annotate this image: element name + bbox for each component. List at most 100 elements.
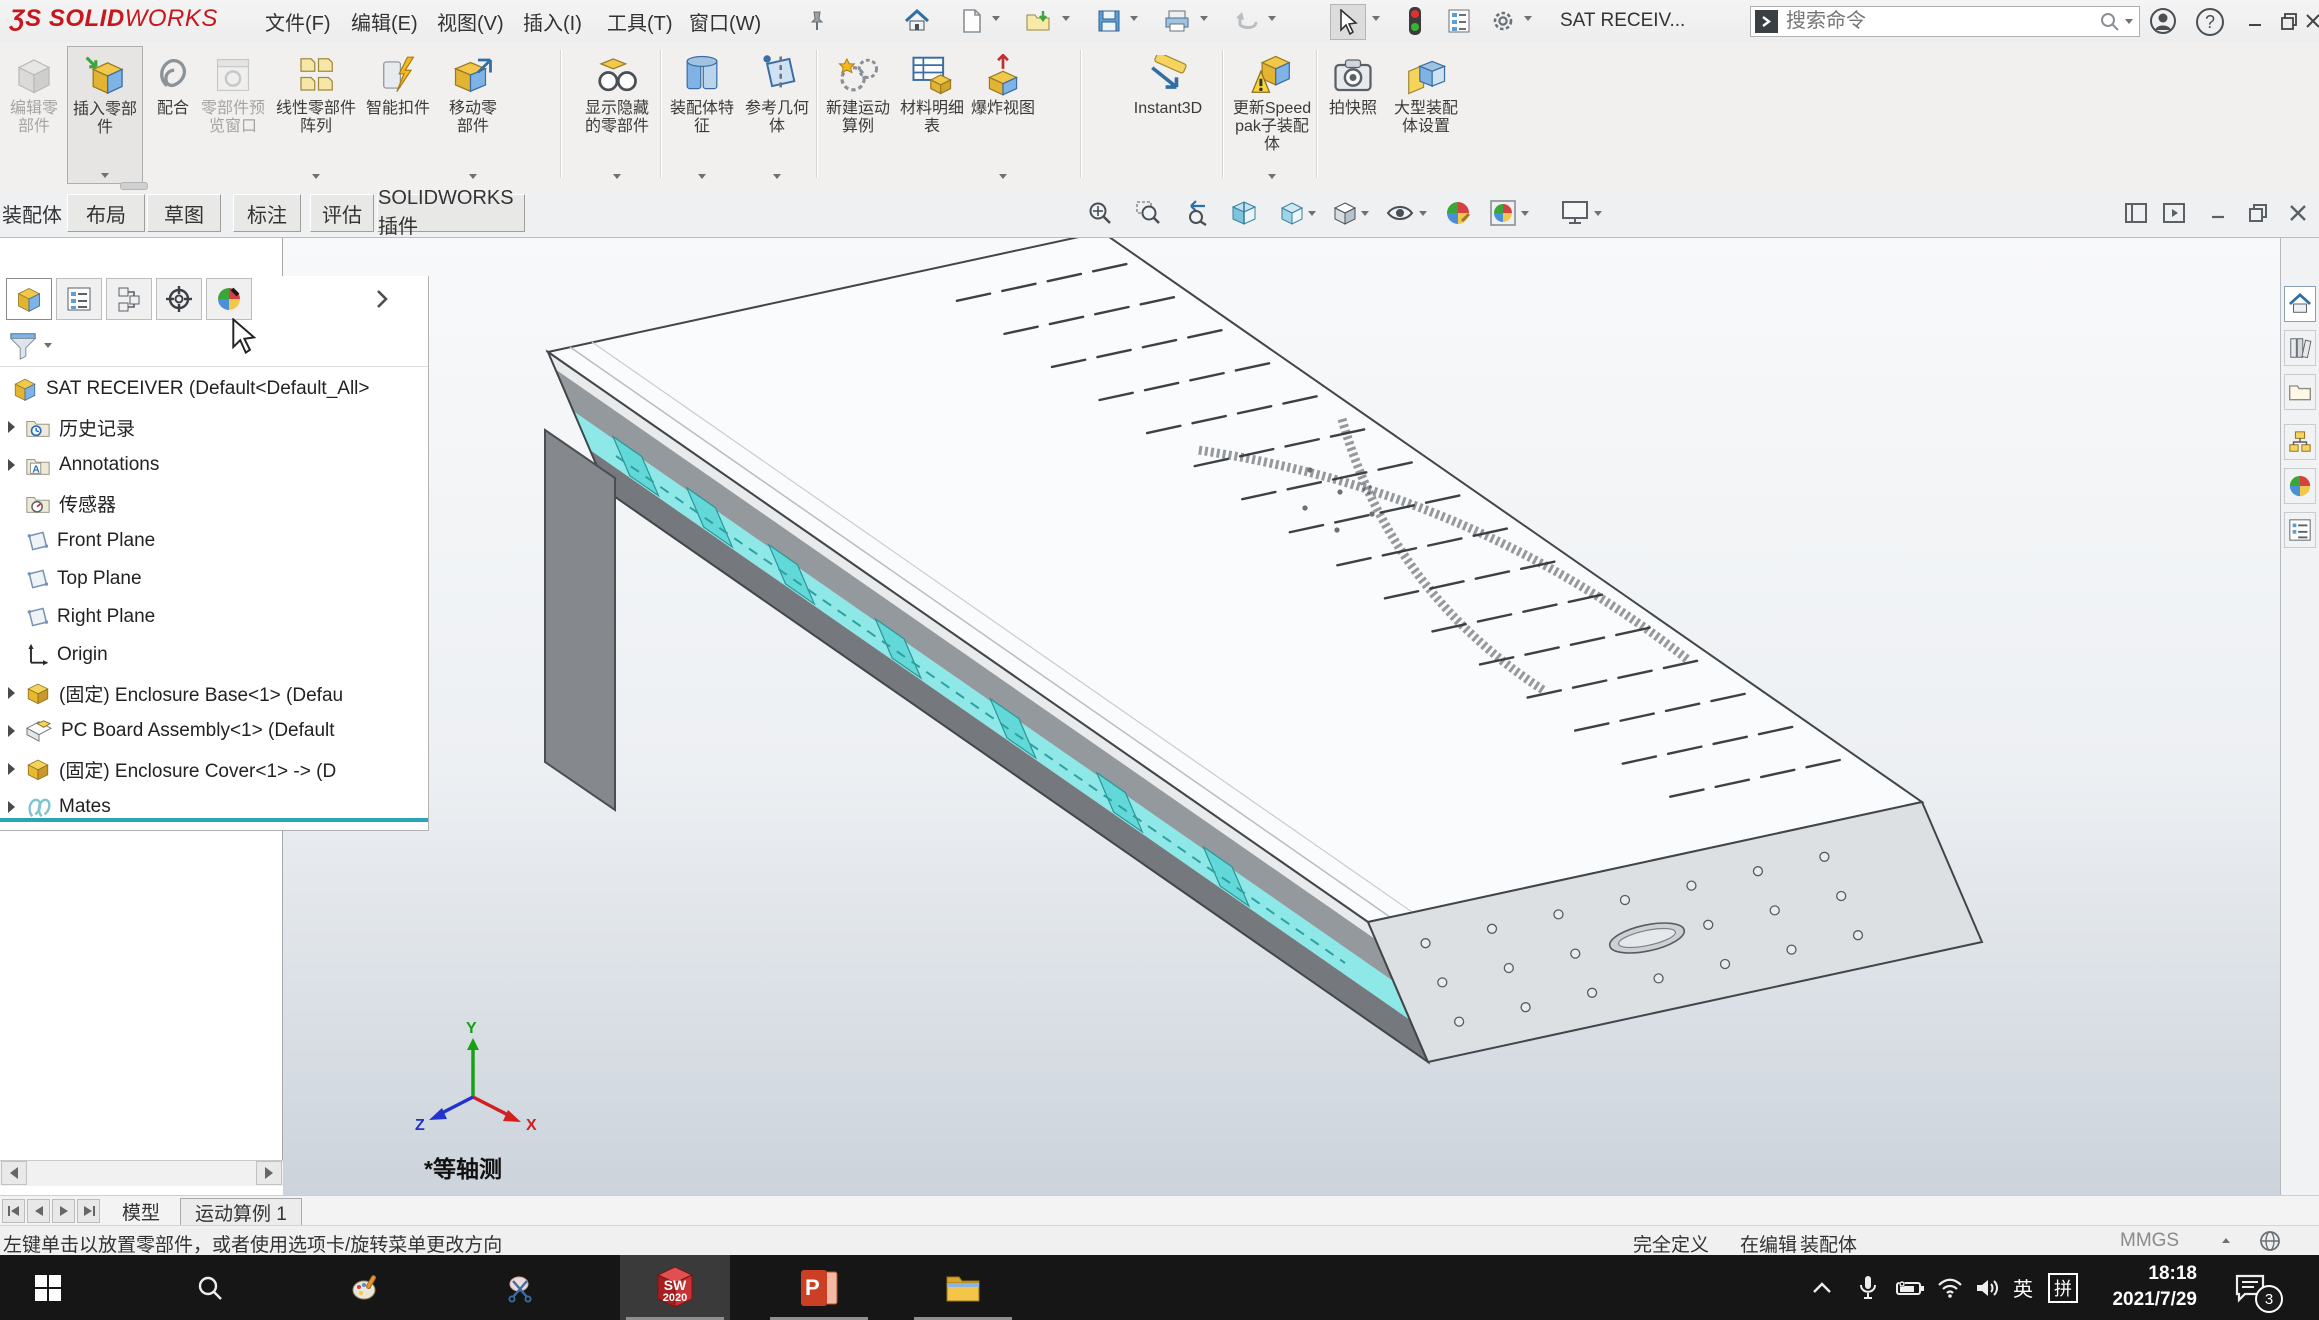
rollback-bar[interactable] xyxy=(0,818,428,822)
search-dropdown-icon[interactable] xyxy=(2125,19,2133,24)
zoom-to-fit-icon[interactable] xyxy=(1085,198,1115,228)
save-button[interactable] xyxy=(1092,4,1126,38)
tray-show-hidden-icons[interactable] xyxy=(1800,1255,1844,1320)
options-gear-button[interactable] xyxy=(1486,4,1520,38)
search-icon[interactable] xyxy=(2099,11,2121,33)
tab-model[interactable]: 模型 xyxy=(108,1198,174,1224)
cad-model-sat-receiver[interactable]: Y X Z xyxy=(283,238,2280,1195)
undo-dropdown-icon[interactable] xyxy=(1268,16,1276,21)
tray-battery-icon[interactable] xyxy=(1888,1255,1932,1320)
taskpane-appearances-icon[interactable] xyxy=(2284,468,2316,504)
tree-row-enclosure-base[interactable]: (固定) Enclosure Base<1> (Defau xyxy=(0,674,343,712)
tree-row-pc-board-assembly[interactable]: PC Board Assembly<1> (Default xyxy=(0,712,335,750)
select-tool-dropdown-icon[interactable] xyxy=(1372,16,1380,21)
tree-row-right-plane[interactable]: Right Plane xyxy=(0,598,155,636)
document-close-icon[interactable] xyxy=(2284,201,2312,225)
tab-configurationmanager[interactable] xyxy=(106,278,152,320)
ribbon-button-move-component[interactable]: 移动零部件 xyxy=(442,46,504,184)
print-button[interactable] xyxy=(1160,4,1194,38)
ribbon-button-new-motion-study[interactable]: 新建运动算例 xyxy=(822,46,894,184)
section-view-icon[interactable] xyxy=(1229,198,1259,228)
tab-propertymanager[interactable] xyxy=(56,278,102,320)
view-settings-dropdown-icon[interactable] xyxy=(1594,211,1602,216)
tab-scroll-first-icon[interactable] xyxy=(2,1199,25,1223)
ribbon-button-insert-component[interactable]: 插入零部件 xyxy=(67,46,143,184)
tab-scroll-last-icon[interactable] xyxy=(77,1199,100,1223)
taskpane-design-library-icon[interactable] xyxy=(2284,330,2316,366)
tab-motion-study-1[interactable]: 运动算例 1 xyxy=(180,1198,302,1225)
tab-layout[interactable]: 布局 xyxy=(67,194,145,232)
tray-volume-icon[interactable] xyxy=(1968,1255,2008,1320)
linear-pattern-dropdown-icon[interactable] xyxy=(312,174,320,179)
tray-language-indicator[interactable]: 英 xyxy=(2004,1255,2042,1320)
tab-evaluate[interactable]: 评估 xyxy=(310,194,374,232)
taskbar-clock[interactable]: 18:18 2021/7/29 xyxy=(2112,1261,2197,1312)
menu-item-file[interactable]: 文件(F) xyxy=(248,0,348,42)
minimize-button[interactable] xyxy=(2238,4,2272,38)
tab-scroll-next-icon[interactable] xyxy=(52,1199,75,1223)
menu-item-window[interactable]: 窗口(W) xyxy=(672,0,778,42)
tree-row-sensors[interactable]: 传感器 xyxy=(0,484,116,522)
display-style-dropdown-icon[interactable] xyxy=(1361,211,1369,216)
taskbar-powerpoint-icon[interactable]: P xyxy=(764,1255,874,1320)
help-icon[interactable]: ? xyxy=(2196,8,2224,36)
filter-dropdown-icon[interactable] xyxy=(44,343,52,348)
tab-solidworks-add-ins[interactable]: SOLIDWORKS 插件 xyxy=(377,194,525,232)
options-dropdown-icon[interactable] xyxy=(1524,16,1532,21)
ribbon-button-reference-geometry[interactable]: 参考几何体 xyxy=(742,46,812,184)
tab-markup[interactable]: 标注 xyxy=(233,194,301,232)
show-hidden-dropdown-icon[interactable] xyxy=(613,174,621,179)
print-dropdown-icon[interactable] xyxy=(1200,16,1208,21)
select-tool-button[interactable] xyxy=(1330,4,1366,40)
tree-row-assembly-root[interactable]: SAT RECEIVER (Default<Default_All> xyxy=(0,370,370,408)
new-document-dropdown-icon[interactable] xyxy=(992,16,1000,21)
hide-show-items-dropdown-icon[interactable] xyxy=(1419,211,1427,216)
view-settings-icon[interactable] xyxy=(1560,198,1590,228)
panel-horizontal-scrollbar[interactable] xyxy=(0,1160,283,1186)
open-dropdown-icon[interactable] xyxy=(1062,16,1070,21)
taskbar-snipping-tool-icon[interactable] xyxy=(465,1255,575,1320)
previous-view-icon[interactable] xyxy=(1181,198,1211,228)
expand-arrow-icon[interactable] xyxy=(8,763,15,775)
ribbon-button-exploded-view[interactable]: 爆炸视图 xyxy=(970,46,1036,184)
user-account-icon[interactable] xyxy=(2146,4,2180,38)
assembly-features-dropdown-icon[interactable] xyxy=(698,174,706,179)
apply-scene-dropdown-icon[interactable] xyxy=(1521,211,1529,216)
tab-dimxpertmanager[interactable] xyxy=(156,278,202,320)
update-speedpak-dropdown-icon[interactable] xyxy=(1268,174,1276,179)
apply-scene-icon[interactable] xyxy=(1488,198,1518,228)
view-orientation-dropdown-icon[interactable] xyxy=(1308,211,1316,216)
tab-sketch[interactable]: 草图 xyxy=(147,194,221,232)
search-input[interactable] xyxy=(1784,9,2099,34)
panel-scroll-right-icon[interactable] xyxy=(256,1161,282,1185)
expand-arrow-icon[interactable] xyxy=(8,459,15,471)
close-button[interactable] xyxy=(2296,4,2319,38)
zoom-to-area-icon[interactable] xyxy=(1133,198,1163,228)
ribbon-button-linear-component-pattern[interactable]: 线性零部件阵列 xyxy=(272,46,360,184)
tab-assembly[interactable]: 装配体 xyxy=(2,194,62,232)
search-command-box[interactable] xyxy=(1750,6,2140,37)
tray-ime-indicator[interactable]: 拼 xyxy=(2042,1255,2084,1320)
tab-displaymanager[interactable] xyxy=(206,278,252,320)
ribbon-button-update-speedpak[interactable]: 更新Speedpak子装配体 xyxy=(1232,46,1312,184)
tree-row-top-plane[interactable]: Top Plane xyxy=(0,560,142,598)
graphics-viewport[interactable]: Y X Z xyxy=(283,238,2280,1195)
ribbon-button-instant3d[interactable]: Instant3D xyxy=(1126,46,1210,184)
new-document-button[interactable] xyxy=(955,4,989,38)
display-style-icon[interactable] xyxy=(1330,198,1360,228)
tree-row-history[interactable]: 历史记录 xyxy=(0,408,135,446)
tree-row-enclosure-cover[interactable]: (固定) Enclosure Cover<1> -> (D xyxy=(0,750,336,788)
expand-arrow-icon[interactable] xyxy=(8,687,15,699)
tray-wifi-icon[interactable] xyxy=(1930,1255,1970,1320)
tab-scroll-prev-icon[interactable] xyxy=(27,1199,50,1223)
edit-appearance-icon[interactable] xyxy=(1443,198,1473,228)
units-dropdown-icon[interactable] xyxy=(2222,1238,2230,1243)
tab-featuremanager-tree[interactable] xyxy=(6,278,52,320)
taskpane-home-icon[interactable] xyxy=(2284,286,2316,322)
hide-show-items-icon[interactable] xyxy=(1385,198,1415,228)
expand-arrow-icon[interactable] xyxy=(8,801,15,813)
exploded-view-dropdown-icon[interactable] xyxy=(999,174,1007,179)
tray-microphone-icon[interactable] xyxy=(1848,1255,1888,1320)
ribbon-button-smart-fasteners[interactable]: 智能扣件 xyxy=(366,46,430,184)
move-component-dropdown-icon[interactable] xyxy=(469,174,477,179)
